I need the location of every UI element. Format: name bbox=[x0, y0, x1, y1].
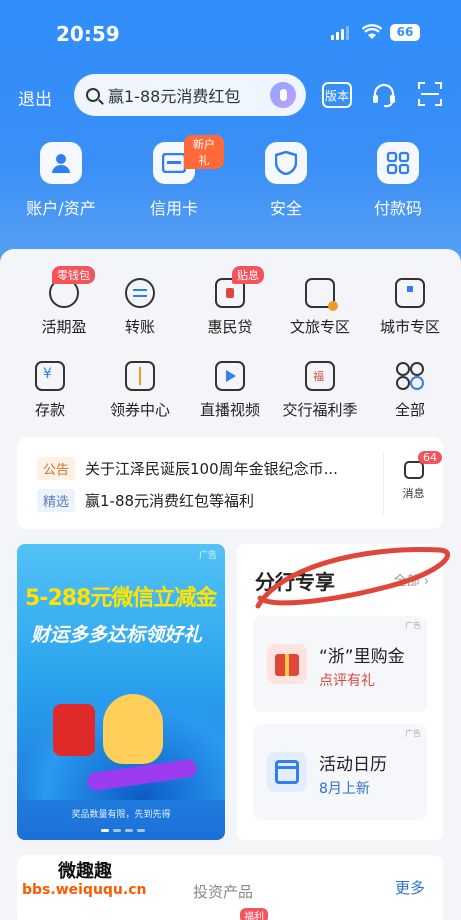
mascot-illustration bbox=[103, 694, 163, 764]
featured-tag: 精选 bbox=[37, 489, 76, 512]
watermark-site: bbs.weiququ.cn bbox=[22, 882, 147, 898]
service-label: 存款 bbox=[34, 401, 65, 419]
service-deposit[interactable]: ¥ 存款 bbox=[4, 361, 96, 420]
service-all[interactable]: 全部 bbox=[364, 361, 456, 420]
event-calendar-card[interactable]: 广告 活动日历 8月上新 bbox=[253, 724, 427, 820]
status-time: 20:59 bbox=[56, 22, 120, 46]
cellular-signal-icon bbox=[331, 26, 349, 40]
gift-box-icon bbox=[267, 644, 307, 684]
more-link[interactable]: 更多 bbox=[395, 877, 425, 898]
scan-icon[interactable] bbox=[418, 82, 442, 106]
search-placeholder: 赢1-88元消费红包 bbox=[108, 87, 241, 106]
card-title: “浙”里购金 bbox=[319, 647, 405, 667]
featured-row[interactable]: 精选 赢1-88元消费红包等福利 bbox=[37, 489, 361, 512]
carousel-dots bbox=[101, 829, 145, 832]
branch-title: 分行专享 bbox=[255, 570, 335, 594]
welfare-tab-badge: 福利 bbox=[240, 908, 268, 920]
message-icon bbox=[403, 461, 424, 479]
ad-label: 广告 bbox=[405, 729, 421, 738]
service-huiminloan[interactable]: 贴息 惠民贷 bbox=[184, 266, 276, 337]
quick-payment-code[interactable]: 付款码 bbox=[348, 142, 448, 219]
service-travel[interactable]: 文旅专区 bbox=[274, 278, 366, 337]
service-label: 惠民贷 bbox=[207, 318, 253, 336]
shield-icon bbox=[265, 142, 307, 184]
red-envelope-illustration bbox=[53, 704, 95, 756]
service-coupon-center[interactable]: 领券中心 bbox=[94, 361, 186, 420]
ad-label: 广告 bbox=[405, 621, 421, 630]
gift-icon: 福 bbox=[305, 361, 335, 391]
quick-credit-card[interactable]: 新户礼 信用卡 bbox=[124, 135, 224, 219]
messages-button[interactable]: 64 消息 bbox=[383, 451, 443, 515]
battery-indicator: 66 bbox=[390, 24, 420, 41]
voice-icon[interactable] bbox=[270, 82, 296, 108]
new-user-badge: 新户礼 bbox=[184, 135, 224, 169]
message-count-badge: 64 bbox=[418, 451, 442, 464]
user-icon bbox=[40, 142, 82, 184]
quick-actions: 账户/资产 新户礼 信用卡 安全 付款码 bbox=[0, 135, 461, 222]
watermark-name: 微趣趣 bbox=[58, 861, 112, 882]
branch-exclusive-section: 分行专享 全部 › 广告 “浙”里购金 点评有礼 广告 活动日历 8月上新 bbox=[237, 544, 443, 840]
top-bar: 退出 赢1-88元消费红包 版本 bbox=[0, 74, 461, 118]
travel-icon bbox=[305, 278, 338, 311]
transfer-icon bbox=[125, 278, 155, 308]
service-badge: 贴息 bbox=[232, 266, 264, 284]
message-label: 消息 bbox=[402, 487, 425, 500]
deposit-icon: ¥ bbox=[35, 361, 65, 391]
service-transfer[interactable]: 转账 bbox=[94, 278, 186, 337]
quick-label: 付款码 bbox=[373, 199, 422, 218]
promo-banner[interactable]: 广告 5-288元微信立减金 财运多多达标领好礼 奖品数量有限，先到先得 bbox=[17, 544, 225, 840]
service-label: 全部 bbox=[394, 401, 425, 419]
quick-account[interactable]: 账户/资产 bbox=[11, 142, 111, 219]
service-label: 转账 bbox=[124, 318, 155, 336]
all-apps-icon bbox=[395, 361, 425, 391]
branch-all-link[interactable]: 全部 › bbox=[394, 570, 429, 589]
notice-card: 公告 关于江泽民诞辰100周年金银纪念币... 精选 赢1-88元消费红包等福利… bbox=[17, 437, 443, 529]
ad-label: 广告 bbox=[198, 551, 217, 561]
city-icon bbox=[395, 278, 425, 308]
service-label: 文旅专区 bbox=[289, 318, 350, 336]
investment-label: 投资产品 bbox=[193, 883, 254, 901]
announce-text: 关于江泽民诞辰100周年金银纪念币... bbox=[85, 460, 338, 478]
service-label: 领券中心 bbox=[109, 401, 170, 419]
customer-service-icon[interactable] bbox=[370, 82, 398, 108]
coupon-icon bbox=[125, 361, 155, 391]
card-subtitle: 8月上新 bbox=[319, 781, 370, 797]
service-label: 交行福利季 bbox=[282, 401, 358, 419]
announce-tag: 公告 bbox=[37, 457, 76, 480]
wifi-icon bbox=[362, 24, 382, 39]
old-version-label: 版本 bbox=[324, 88, 349, 103]
service-badge: 零钱包 bbox=[52, 266, 95, 284]
gold-purchase-card[interactable]: 广告 “浙”里购金 点评有礼 bbox=[253, 616, 427, 712]
quick-label: 安全 bbox=[269, 199, 302, 218]
featured-text: 赢1-88元消费红包等福利 bbox=[85, 492, 255, 510]
qr-code-icon bbox=[377, 142, 419, 184]
quick-security[interactable]: 安全 bbox=[236, 142, 336, 219]
search-input[interactable]: 赢1-88元消费红包 bbox=[74, 74, 306, 116]
service-label: 城市专区 bbox=[379, 318, 440, 336]
card-title: 活动日历 bbox=[319, 755, 387, 775]
quick-label: 账户/资产 bbox=[26, 199, 96, 218]
banner-headline: 5-288元微信立减金 bbox=[25, 586, 217, 611]
status-bar: 20:59 66 bbox=[0, 20, 461, 50]
announcement-row[interactable]: 公告 关于江泽民诞辰100周年金银纪念币... bbox=[37, 457, 361, 480]
calendar-icon bbox=[267, 752, 307, 792]
service-label: 直播视频 bbox=[199, 401, 260, 419]
service-welfare-season[interactable]: 福 交行福利季 bbox=[274, 361, 366, 420]
exit-button[interactable]: 退出 bbox=[18, 85, 52, 110]
quick-label: 信用卡 bbox=[149, 199, 198, 218]
video-icon bbox=[215, 361, 245, 391]
old-version-button[interactable]: 版本 bbox=[322, 82, 352, 108]
service-live-video[interactable]: 直播视频 bbox=[184, 361, 276, 420]
banner-footnote: 奖品数量有限，先到先得 bbox=[71, 810, 171, 820]
service-city[interactable]: 城市专区 bbox=[364, 278, 456, 337]
search-icon bbox=[86, 88, 100, 102]
banner-subline: 财运多多达标领好礼 bbox=[31, 624, 203, 646]
card-subtitle: 点评有礼 bbox=[319, 673, 375, 689]
